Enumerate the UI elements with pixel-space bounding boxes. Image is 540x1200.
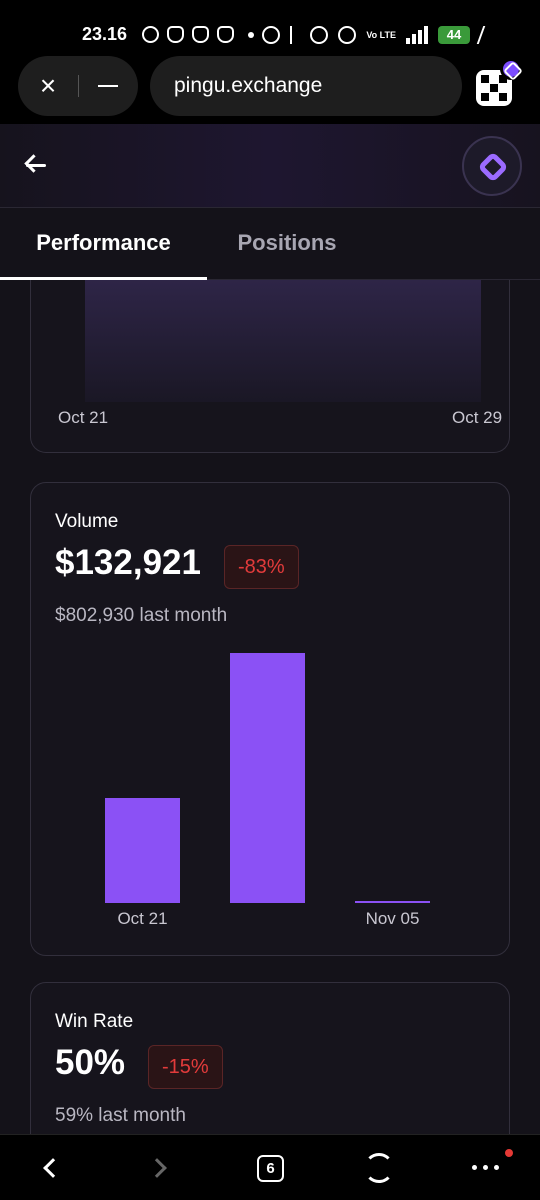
win-rate-title: Win Rate: [55, 1011, 134, 1032]
browser-nav-bar: 6: [0, 1134, 540, 1200]
discord-icon: [192, 26, 209, 43]
network-type: Vo LTE: [366, 29, 396, 40]
x-tick-label: Nov 05: [365, 909, 420, 928]
volume-card: Volume $132,921 -83% $802,930 last month…: [30, 482, 510, 956]
win-rate-card: Win Rate 50% -15% 59% last month: [30, 982, 510, 1134]
pingu-logo-icon: [477, 151, 509, 183]
browser-controls: ×: [18, 56, 138, 116]
status-bar: 23.16 Vo LTE 44: [0, 0, 540, 56]
volume-bar: [105, 798, 180, 903]
whatsapp-icon: [142, 26, 159, 43]
charging-icon: [476, 26, 494, 44]
alarm-icon: [262, 26, 281, 44]
discord-icon: [167, 26, 184, 43]
tab-positions[interactable]: Positions: [207, 208, 367, 280]
volume-bar-chart: Oct 21 Nov 05: [31, 483, 511, 957]
tab-bar: Performance Positions: [0, 208, 540, 280]
pingu-logo-button[interactable]: [462, 136, 522, 196]
notification-dot: [505, 1149, 513, 1157]
back-arrow-icon[interactable]: [22, 152, 50, 180]
x-tick-label: Oct 29: [452, 408, 503, 427]
win-rate-last-month: 59% last month: [55, 1105, 186, 1126]
discord-icon: [217, 26, 234, 43]
more-notifications-icon: [248, 32, 254, 38]
url-bar[interactable]: pingu.exchange: [150, 56, 462, 116]
tabs-count-button[interactable]: 6: [257, 1155, 284, 1182]
top-chart-card: Oct 21 Oct 29: [30, 280, 510, 453]
x-tick-label: Oct 21: [117, 909, 168, 928]
status-time: 23.16: [82, 24, 128, 44]
close-tab-button[interactable]: ×: [18, 56, 78, 116]
forward-icon[interactable]: [147, 1158, 167, 1178]
notification-icons: [142, 26, 254, 43]
system-icons: Vo LTE 44: [262, 26, 494, 44]
wifi-icon: [338, 26, 357, 44]
performance-panel[interactable]: Oct 21 Oct 29 Volume $132,921 -83% $802,…: [0, 280, 540, 1134]
app-header: [0, 124, 540, 208]
bluetooth-icon: [290, 26, 300, 44]
minimize-button[interactable]: [79, 85, 137, 87]
x-tick-label: Oct 21: [58, 408, 109, 427]
refresh-icon[interactable]: [364, 1153, 394, 1183]
app-content: Performance Positions Oct 21 Oct 29 Volu…: [0, 124, 540, 1134]
tab-performance[interactable]: Performance: [0, 208, 207, 280]
area-chart: [85, 280, 481, 402]
win-rate-value: 50%: [55, 1043, 126, 1082]
signal-icon: [406, 26, 428, 44]
win-rate-change-badge: -15%: [148, 1045, 223, 1089]
browser-toolbar: × pingu.exchange: [0, 56, 540, 124]
extension-badge-icon: [500, 58, 522, 80]
location-icon: [310, 26, 329, 44]
back-icon[interactable]: [43, 1158, 63, 1178]
volume-bar: [230, 653, 305, 903]
menu-icon[interactable]: [472, 1165, 499, 1170]
volume-bar: [355, 901, 430, 903]
battery-indicator: 44: [438, 26, 470, 44]
